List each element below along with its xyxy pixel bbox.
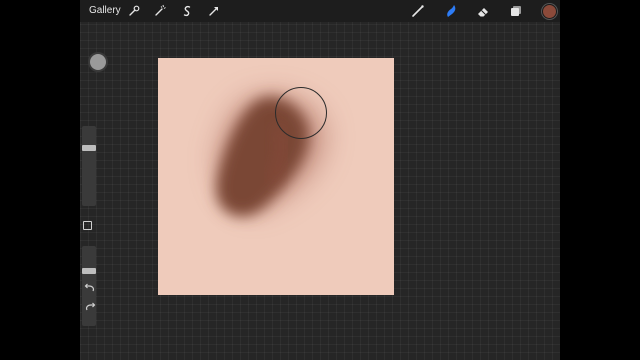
eraser-icon[interactable] [475,3,491,19]
brush-cursor-circle [275,87,327,139]
undo-icon[interactable] [84,283,96,293]
wrench-icon[interactable] [126,3,142,19]
drawing-canvas[interactable] [158,58,394,295]
layers-icon[interactable] [508,3,524,19]
brush-opacity-thumb[interactable] [82,268,96,274]
selection-icon[interactable] [179,3,195,19]
magic-wand-icon[interactable] [152,3,168,19]
brush-size-slider[interactable] [82,126,96,206]
modify-square-button[interactable] [83,221,92,230]
letterbox-right [560,0,640,360]
gallery-button[interactable]: Gallery [89,4,121,18]
brush-stroke [216,94,326,217]
brush-icon[interactable] [410,3,426,19]
letterbox-left [0,0,80,360]
smudge-icon[interactable] [443,3,459,19]
color-picker-swatch[interactable] [542,4,557,19]
transform-arrow-icon[interactable] [206,3,222,19]
left-sidebar [80,50,100,326]
procreate-app: Gallery [80,0,560,360]
top-toolbar: Gallery [80,0,560,22]
brush-size-thumb[interactable] [82,145,96,151]
redo-icon[interactable] [84,302,96,312]
